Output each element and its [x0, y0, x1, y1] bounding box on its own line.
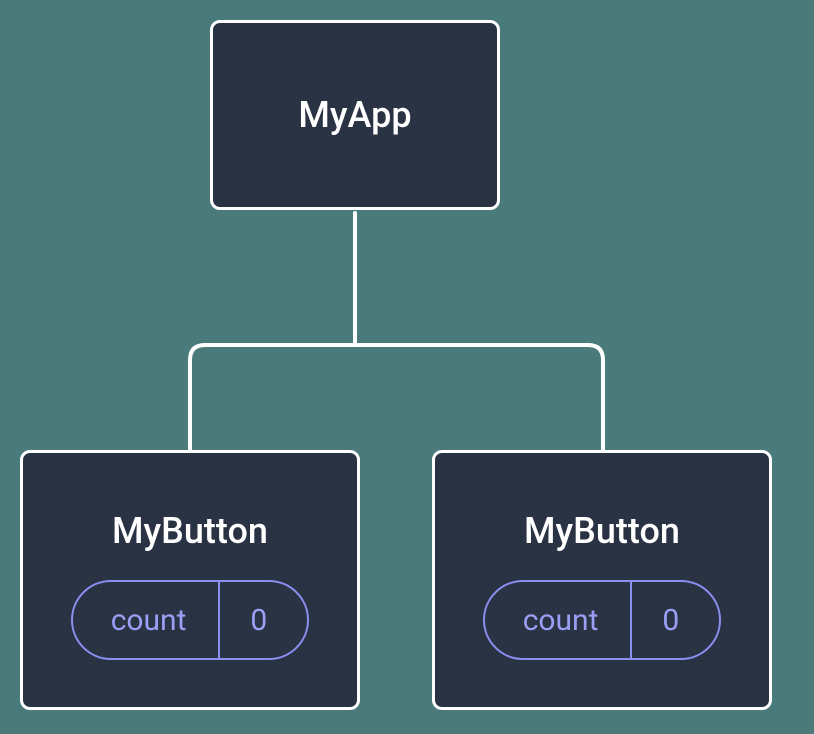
- state-key: count: [485, 582, 633, 658]
- state-value: 0: [220, 582, 307, 658]
- child-node-right-label: MyButton: [524, 510, 680, 552]
- root-node: MyApp: [210, 20, 500, 210]
- state-pill-right: count 0: [483, 580, 722, 660]
- state-key: count: [73, 582, 221, 658]
- root-node-label: MyApp: [298, 94, 411, 136]
- child-node-left-label: MyButton: [112, 510, 268, 552]
- state-pill-left: count 0: [71, 580, 310, 660]
- child-node-right: MyButton count 0: [432, 450, 772, 710]
- state-value: 0: [632, 582, 719, 658]
- child-node-left: MyButton count 0: [20, 450, 360, 710]
